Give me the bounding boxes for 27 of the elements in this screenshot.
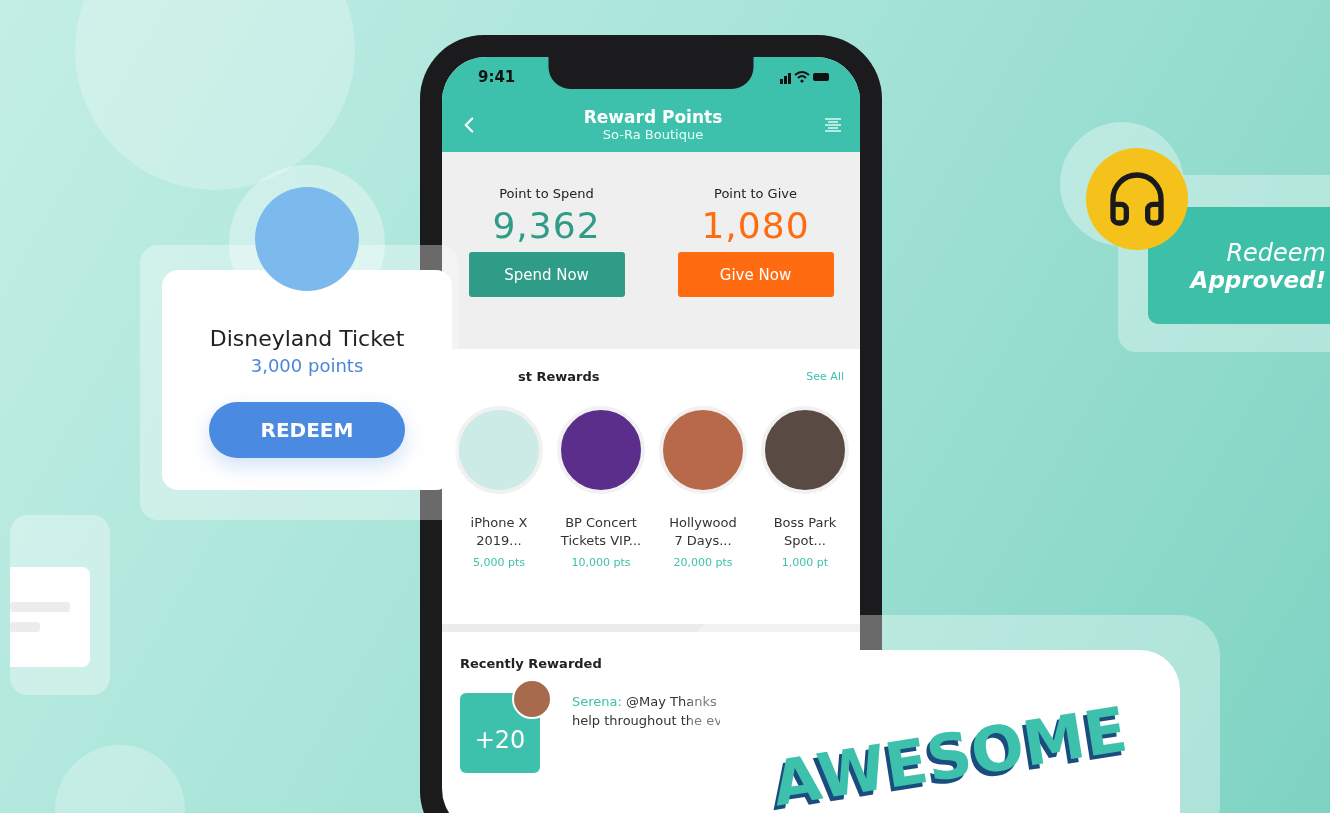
reward-points: 10,000 pts xyxy=(571,556,631,570)
balance-label: Point to Give xyxy=(714,186,797,201)
section-title: st Rewards xyxy=(518,369,600,384)
reward-points: 20,000 pts xyxy=(673,556,733,570)
screen-subtitle: So-Ra Boutique xyxy=(602,127,704,142)
reward-name: Hollywood 7 Days... xyxy=(669,514,737,551)
reward-name: iPhone X 2019... xyxy=(470,514,528,551)
balance-value: 9,362 xyxy=(492,205,601,246)
reward-name: Boss Park Spot... xyxy=(773,514,837,551)
status-time: 9:41 xyxy=(478,68,516,86)
reward-points: 1,000 pt xyxy=(781,556,829,570)
reward-points: 5,000 pts xyxy=(473,556,525,570)
banner-text: Redeem xyxy=(1226,238,1326,267)
redeem-button[interactable]: REDEEM xyxy=(209,402,405,458)
reward-title: Disneyland Ticket xyxy=(209,326,405,351)
awesome-text: AWESOME xyxy=(767,692,1133,813)
reward-cost: 3,000 points xyxy=(250,355,364,376)
see-all-link[interactable]: See All xyxy=(806,370,844,383)
section-title: Recently Rewarded xyxy=(460,656,603,671)
balance-button[interactable]: Give Now xyxy=(677,252,834,297)
reward-name: BP Concert Tickets VIP... xyxy=(560,514,642,551)
balance-label: Point to Spend xyxy=(499,186,594,201)
balance-value: 1,080 xyxy=(701,205,810,246)
screen-title: Reward Points xyxy=(583,107,723,127)
balance-button[interactable]: Spend Now xyxy=(468,252,625,297)
status-icons xyxy=(780,70,830,84)
banner-text: Approved! xyxy=(1190,266,1326,293)
